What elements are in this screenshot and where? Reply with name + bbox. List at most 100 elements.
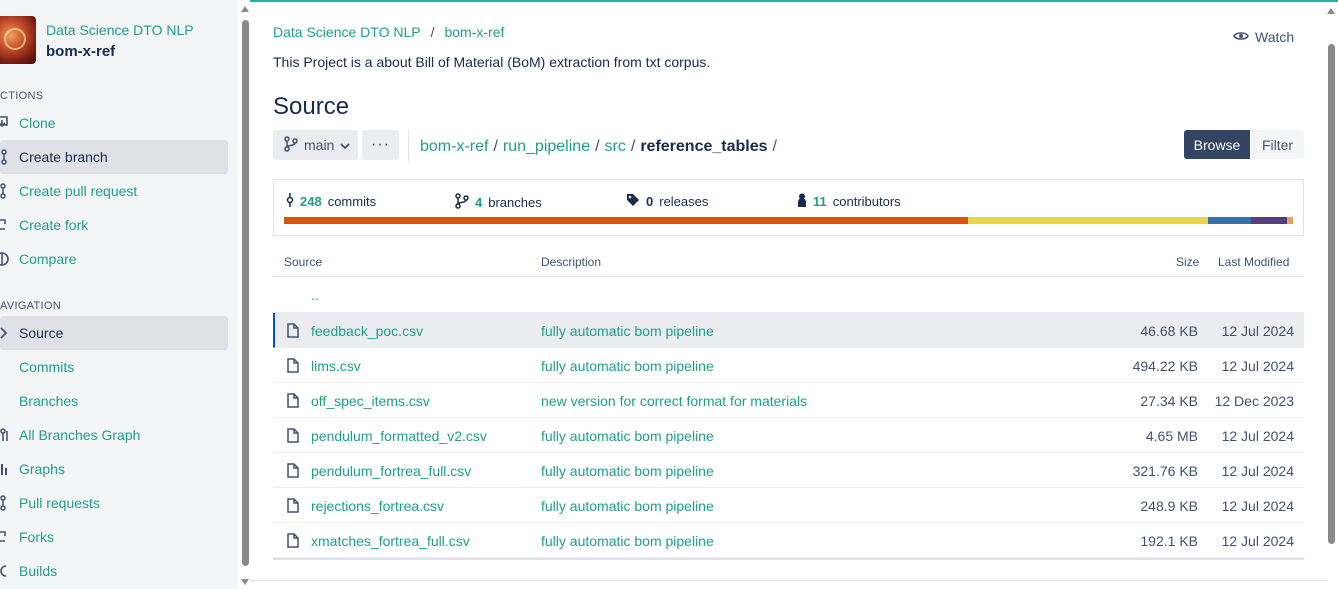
file-name-link[interactable]: off_spec_items.csv: [311, 393, 430, 409]
sidebar-item-label: All Branches Graph: [19, 427, 141, 443]
sidebar-item-label: Compare: [19, 251, 77, 267]
sidebar-item-label: Branches: [19, 393, 79, 409]
commit-message-link[interactable]: fully automatic bom pipeline: [541, 498, 714, 514]
compare-icon: [0, 242, 19, 276]
file-name-link[interactable]: xmatches_fortrea_full.csv: [311, 533, 470, 549]
actions-section-label: CTIONS: [0, 90, 44, 102]
sidebar-item-create-branch[interactable]: Create branch: [0, 140, 228, 174]
file-size: 46.68 KB: [1140, 323, 1198, 339]
chevron-down-icon: [340, 137, 350, 153]
branch-selector[interactable]: main: [273, 130, 358, 160]
contributors-count: 11: [813, 194, 827, 209]
table-row[interactable]: pendulum_formatted_v2.csv fully automatic…: [273, 418, 1304, 453]
table-bottom-border: [273, 558, 1304, 560]
table-row[interactable]: rejections_fortrea.csv fully automatic bo…: [273, 488, 1304, 523]
table-row[interactable]: lims.csv fully automatic bom pipeline 494.…: [273, 348, 1304, 383]
graph-icon: [0, 418, 19, 452]
sidebar-item-commits[interactable]: Commits: [0, 350, 228, 384]
branch-icon: [455, 193, 469, 212]
sidebar-item-pull-requests[interactable]: Pull requests: [0, 486, 228, 520]
sidebar-item-compare[interactable]: Compare: [0, 242, 228, 276]
file-name-link[interactable]: feedback_poc.csv: [311, 323, 423, 339]
commit-icon: [286, 193, 294, 210]
file-size: 248.9 KB: [1140, 498, 1198, 514]
sidebar-scrollbar-thumb[interactable]: [242, 20, 249, 566]
file-icon: [287, 463, 299, 481]
sidebar-item-all-branches-graph[interactable]: All Branches Graph: [0, 418, 228, 452]
commit-message-link[interactable]: fully automatic bom pipeline: [541, 533, 714, 549]
sidebar-item-label: Commits: [19, 359, 75, 375]
pull-request-icon: [0, 486, 19, 520]
footer-divider: [250, 580, 1328, 581]
commits-label: commits: [327, 194, 377, 209]
file-name-link[interactable]: pendulum_formatted_v2.csv: [311, 428, 487, 444]
parent-directory-row[interactable]: ..: [273, 278, 1304, 313]
sidebar-scroll-down-arrow[interactable]: [241, 579, 249, 585]
file-name-link[interactable]: rejections_fortrea.csv: [311, 498, 444, 514]
path-segment-src[interactable]: src: [605, 138, 626, 156]
path-segment-repo[interactable]: bom-x-ref: [420, 138, 488, 156]
project-avatar[interactable]: [0, 16, 36, 64]
language-segment: [1286, 217, 1293, 224]
sidebar-item-source[interactable]: Source: [0, 316, 228, 350]
path-separator: /: [493, 138, 498, 155]
path-segment-run-pipeline[interactable]: run_pipeline: [503, 138, 590, 156]
file-icon: [287, 358, 299, 376]
commits-stat[interactable]: 248 commits: [286, 193, 376, 210]
commit-message-link[interactable]: fully automatic bom pipeline: [541, 358, 714, 374]
path-current-folder: reference_tables: [640, 138, 768, 155]
browse-button[interactable]: Browse: [1184, 130, 1250, 159]
sidebar-scroll-up-arrow[interactable]: [241, 6, 249, 12]
sidebar-item-create-fork[interactable]: Create fork: [0, 208, 228, 242]
sidebar-item-builds[interactable]: Builds: [0, 554, 228, 588]
parent-directory-link[interactable]: ..: [311, 287, 319, 303]
last-modified-date: 12 Jul 2024: [1221, 533, 1294, 549]
page-scrollbar-thumb[interactable]: [1328, 44, 1335, 544]
releases-stat[interactable]: 0 releases: [626, 193, 708, 210]
path-separator: /: [772, 138, 777, 155]
sidebar-item-create-pull-request[interactable]: Create pull request: [0, 174, 228, 208]
more-actions-button[interactable]: ···: [362, 130, 399, 160]
branches-stat[interactable]: 4 branches: [455, 193, 542, 212]
file-size: 494.22 KB: [1132, 358, 1198, 374]
page-scroll-up-arrow[interactable]: [1327, 8, 1335, 14]
file-size: 192.1 KB: [1140, 533, 1198, 549]
sidebar-item-label: Clone: [19, 115, 56, 131]
last-modified-date: 12 Jul 2024: [1221, 428, 1294, 444]
breadcrumb: Data Science DTO NLP / bom-x-ref: [273, 24, 504, 40]
last-modified-date: 12 Dec 2023: [1214, 393, 1294, 409]
sidebar-item-graphs[interactable]: Graphs: [0, 452, 228, 486]
path-separator: /: [595, 138, 600, 155]
project-group-link[interactable]: Data Science DTO NLP: [46, 22, 194, 38]
language-bar: [284, 217, 1293, 224]
breadcrumb-project-group[interactable]: Data Science DTO NLP: [273, 24, 421, 40]
file-size: 27.34 KB: [1140, 393, 1198, 409]
project-name[interactable]: bom-x-ref: [46, 43, 115, 60]
filter-button[interactable]: Filter: [1251, 130, 1304, 159]
breadcrumb-repository[interactable]: bom-x-ref: [444, 24, 504, 40]
commit-message-link[interactable]: fully automatic bom pipeline: [541, 428, 714, 444]
breadcrumb-separator: /: [430, 24, 435, 40]
table-row[interactable]: pendulum_fortrea_full.csv fully automatic…: [273, 453, 1304, 488]
sidebar-item-forks[interactable]: Forks: [0, 520, 228, 554]
sidebar-item-clone[interactable]: Clone: [0, 106, 228, 140]
sidebar-item-label: Forks: [19, 529, 54, 545]
commit-message-link[interactable]: new version for correct format for mater…: [541, 393, 807, 409]
branch-icon: [284, 135, 298, 155]
page-title: Source: [273, 93, 350, 120]
table-row[interactable]: xmatches_fortrea_full.csv fully automatic…: [273, 523, 1304, 558]
column-header-source: Source: [284, 255, 323, 269]
commit-message-link[interactable]: fully automatic bom pipeline: [541, 323, 714, 339]
table-row[interactable]: off_spec_items.csv new version for correc…: [273, 383, 1304, 418]
sidebar-item-branches[interactable]: Branches: [0, 384, 228, 418]
file-name-link[interactable]: pendulum_fortrea_full.csv: [311, 463, 471, 479]
column-header-size: Size: [1176, 255, 1200, 269]
clone-icon: [0, 106, 19, 140]
file-name-link[interactable]: lims.csv: [311, 358, 361, 374]
branches-label: branches: [488, 195, 542, 210]
watch-button[interactable]: Watch: [1233, 29, 1294, 45]
table-row[interactable]: feedback_poc.csv fully automatic bom pipe…: [273, 313, 1304, 348]
commit-message-link[interactable]: fully automatic bom pipeline: [541, 463, 714, 479]
contributors-stat[interactable]: 11 contributors: [797, 193, 901, 210]
sidebar-item-label: Graphs: [19, 461, 65, 477]
